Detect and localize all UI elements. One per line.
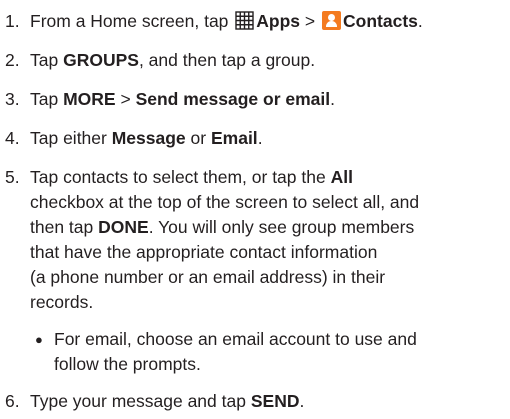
email-label: Email: [210, 128, 258, 148]
period: .: [299, 391, 305, 411]
groups-label: GROUPS: [63, 50, 139, 70]
step-1: 1. From a Home screen, tap Apps > Contac…: [0, 9, 510, 34]
contacts-icon: [322, 11, 342, 30]
more-label: MORE: [63, 89, 116, 109]
step-1-prefix: From a Home screen, tap: [30, 11, 229, 31]
send-message-label: Send message or email: [135, 89, 331, 109]
step-5-line-6: records.: [30, 292, 94, 312]
step-3: 3. Tap MORE > Send message or email.: [0, 87, 510, 112]
sub-bullet: ● For email, choose an email account to …: [30, 327, 506, 377]
step-number: 4.: [5, 128, 20, 148]
step-number: 1.: [5, 11, 20, 31]
step-4: 4. Tap either Message or Email.: [0, 126, 510, 151]
period: .: [257, 128, 263, 148]
apps-label: Apps: [256, 11, 301, 31]
separator: >: [304, 11, 316, 31]
step-5-line-5: (a phone number or an email address) in …: [30, 267, 386, 287]
step-5-line-1: Tap contacts to select them, or tap the …: [30, 165, 506, 190]
bullet-text: For email, choose an email account to us…: [54, 327, 506, 377]
all-label: All: [330, 167, 353, 187]
contacts-label: Contacts: [343, 11, 418, 31]
step-number: 6.: [5, 391, 20, 411]
step-number: 2.: [5, 50, 20, 70]
line-text: Tap contacts to select them, or tap the: [30, 167, 326, 187]
done-label: DONE: [98, 217, 149, 237]
step-5: 5. Tap contacts to select them, or tap t…: [0, 165, 510, 315]
step-5-line-2: checkbox at the top of the screen to sel…: [30, 192, 420, 212]
line-text: . You will only see group members: [148, 217, 415, 237]
step-5-line-3: then tap DONE. You will only see group m…: [30, 215, 506, 240]
bullet-icon: ●: [35, 332, 43, 347]
bullet-line-1: For email, choose an email account to us…: [54, 329, 417, 349]
step-6-prefix: Type your message and tap: [30, 391, 246, 411]
step-text: Tap MORE > Send message or email.: [30, 87, 506, 112]
step-number: 3.: [5, 89, 20, 109]
period: .: [417, 11, 423, 31]
send-label: SEND: [250, 391, 300, 411]
bullet-line-2: follow the prompts.: [54, 354, 201, 374]
step-3-prefix: Tap: [30, 89, 59, 109]
step-text: Type your message and tap SEND.: [30, 389, 506, 414]
step-text: Tap either Message or Email.: [30, 126, 506, 151]
period: .: [330, 89, 335, 109]
step-2: 2. Tap GROUPS, and then tap a group.: [0, 48, 510, 73]
step-6: 6. Type your message and tap SEND.: [0, 389, 510, 414]
apps-grid-icon: [235, 11, 254, 30]
step-text: From a Home screen, tap Apps > Contacts.: [30, 9, 506, 34]
step-4-or: or: [190, 128, 207, 148]
separator: >: [120, 89, 131, 109]
line-text: then tap: [30, 217, 94, 237]
step-number: 5.: [5, 167, 20, 187]
step-5-line-4: that have the appropriate contact inform…: [30, 242, 378, 262]
step-2-suffix: , and then tap a group.: [138, 50, 316, 70]
step-text: Tap contacts to select them, or tap the …: [30, 165, 506, 315]
step-text: Tap GROUPS, and then tap a group.: [30, 48, 506, 73]
message-label: Message: [111, 128, 186, 148]
step-4-prefix: Tap either: [30, 128, 107, 148]
step-2-prefix: Tap: [30, 50, 59, 70]
